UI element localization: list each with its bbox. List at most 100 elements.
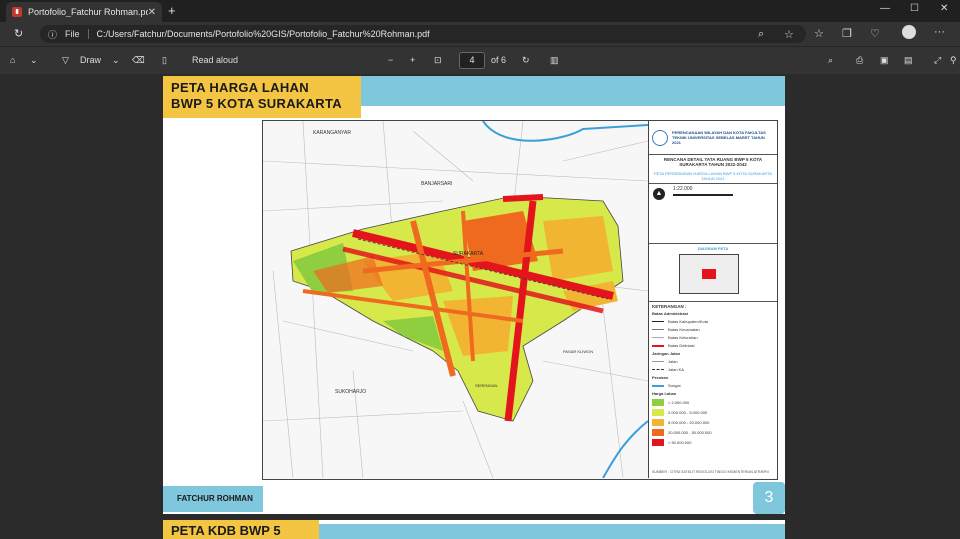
rail-line [652, 369, 664, 370]
minimize-icon[interactable]: — [880, 3, 890, 14]
admin-line [652, 329, 664, 330]
land-price-map [263, 121, 648, 478]
map-frame: KARANGANYAR BANJARSARI SURAKARTA SUKOHAR… [262, 120, 778, 480]
fullscreen-icon[interactable]: ⤢ [934, 55, 941, 66]
separator [87, 29, 89, 39]
url-field[interactable]: ⓘ File C:/Users/Fatchur/Documents/Portof… [40, 25, 806, 43]
zoom-icon[interactable]: ⌕ [758, 28, 764, 41]
plan-title: RENCANA DETAIL TATA RUANG BWP 5 KOTA SUR… [663, 157, 763, 167]
file-label: File [65, 29, 80, 39]
plan-title-block: RENCANA DETAIL TATA RUANG BWP 5 KOTA SUR… [649, 155, 777, 184]
map-title: PETA PERSEBARAN HARGA LAHAN BWP 5 KOTA S… [653, 171, 773, 181]
draw-icon[interactable]: ▽ [62, 55, 69, 66]
rotate-icon[interactable]: ↻ [522, 55, 530, 66]
close-tab-icon[interactable]: ✕ [148, 7, 156, 18]
map-label-sukoharjo: SUKOHARJO [335, 389, 367, 395]
price-swatch-label: < 2.000.000 [668, 400, 690, 405]
favorites-icon[interactable]: ☆ [814, 27, 824, 40]
price-swatch-row: 20.000.000 - 50.000.000 [652, 429, 774, 436]
admin-title: Batas Administrasi [652, 311, 689, 316]
map-label-serengan: SERENGAN [475, 383, 498, 388]
maximize-icon[interactable]: ☐ [910, 3, 919, 14]
new-tab-button[interactable]: + [168, 3, 176, 18]
tab-pdf[interactable]: ▮ Portofolio_Fatchur Rohman.pdf ✕ [6, 2, 162, 22]
next-header-band [319, 524, 785, 539]
scale-text: 1:22.000 [673, 186, 693, 192]
road-item: Jalan [668, 359, 678, 364]
price-swatch-row: 2.000.000 - 5.000.000 [652, 409, 774, 416]
price-swatch-row: > 50.000.000 [652, 439, 774, 446]
author-name: FATCHUR ROHMAN [177, 494, 253, 503]
header-band [333, 76, 785, 106]
map-label-karanganyar: KARANGANYAR [313, 130, 351, 136]
river-line [652, 384, 664, 387]
fit-page-icon[interactable]: ⊡ [434, 55, 442, 66]
save-icon[interactable]: ▣ [880, 55, 889, 66]
address-bar: ↻ ⓘ File C:/Users/Fatchur/Documents/Port… [0, 22, 960, 46]
close-window-icon[interactable]: ✕ [940, 3, 948, 14]
page-total: of 6 [491, 55, 507, 65]
favorite-icon[interactable]: ☆ [784, 28, 794, 41]
title-block: PETA HARGA LAHAN BWP 5 KOTA SURAKARTA [163, 76, 361, 118]
draw-button[interactable]: Draw [80, 55, 101, 65]
url-text: C:/Users/Fatchur/Documents/Portofolio%20… [96, 29, 430, 39]
source-text: SUMBER : CITRA SATELIT RESOLUSI TINGGI K… [652, 470, 769, 474]
price-swatch [652, 409, 664, 416]
read-aloud-button[interactable]: Read aloud [192, 55, 238, 65]
institution-block: PERENCANAAN WILAYAH DAN KOTA FAKULTAS TE… [649, 121, 777, 155]
inset-title: DIAGRAM PETA [697, 246, 729, 251]
next-title-block: PETA KDB BWP 5 [163, 520, 319, 539]
price-swatch-label: 20.000.000 - 50.000.000 [668, 430, 712, 435]
highlight-icon[interactable]: ⌂ [10, 55, 15, 65]
price-title: Harga Lahan [652, 391, 677, 396]
north-arrow-icon: ▲ [653, 188, 665, 200]
pdf-page: PETA HARGA LAHAN BWP 5 KOTA SURAKARTA KA… [163, 76, 785, 514]
print-icon[interactable]: ⎙ [856, 55, 863, 66]
profile-avatar[interactable] [902, 25, 916, 39]
map-label-surakarta: SURAKARTA [453, 251, 484, 257]
price-swatch [652, 439, 664, 446]
immersive-reader-icon[interactable]: ▯ [162, 55, 167, 66]
next-pdf-page: PETA KDB BWP 5 [163, 520, 785, 539]
chevron-down-icon[interactable]: ⌄ [112, 55, 120, 66]
admin-item: Batas Deliniasi [668, 343, 695, 348]
page-number-input[interactable]: 4 [459, 52, 485, 69]
zoom-out-icon[interactable]: − [388, 55, 393, 65]
pdf-viewer[interactable]: PETA HARGA LAHAN BWP 5 KOTA SURAKARTA KA… [0, 74, 960, 539]
price-swatch-label: 2.000.000 - 5.000.000 [668, 410, 708, 415]
erase-icon[interactable]: ⌫ [132, 55, 145, 66]
collections-icon[interactable]: ❐ [842, 27, 852, 40]
price-swatch-list: < 2.000.000 2.000.000 - 5.000.000 5.000.00… [652, 399, 774, 446]
inset-block: DIAGRAM PETA [649, 244, 777, 302]
price-swatch-label: 5.000.000 - 20.000.000 [668, 420, 710, 425]
page-title-line2: BWP 5 KOTA SURAKARTA [171, 96, 342, 111]
admin-item: Batas Kelurahan [668, 335, 698, 340]
price-swatch [652, 399, 664, 406]
water-title: Perairan [652, 375, 669, 380]
keterangan-title: KETERANGAN : [652, 304, 687, 309]
zoom-in-icon[interactable]: + [410, 55, 415, 65]
institution-text: PERENCANAAN WILAYAH DAN KOTA FAKULTAS TE… [672, 130, 766, 145]
pin-icon[interactable]: ⚲ [950, 55, 957, 66]
chevron-down-icon[interactable]: ⌄ [30, 55, 38, 66]
price-swatch-row: < 2.000.000 [652, 399, 774, 406]
map-label-pasar-kliwon: PASAR KLIWON [563, 349, 594, 354]
admin-line [652, 337, 664, 338]
inset-map [679, 254, 739, 294]
university-logo [652, 129, 668, 146]
road-title: Jaringan Jalan [652, 351, 681, 356]
refresh-icon[interactable]: ↻ [14, 27, 23, 40]
scale-block: ▲ 1:22.000 [649, 184, 777, 244]
admin-line [652, 321, 664, 322]
pdf-file-icon: ▮ [12, 7, 22, 17]
road-item: Jalan KA [668, 367, 685, 372]
page-view-icon[interactable]: ▥ [550, 55, 559, 66]
info-icon[interactable]: ⓘ [48, 28, 57, 41]
save-as-icon[interactable]: ▤ [904, 55, 913, 66]
browser-essentials-icon[interactable]: ♡ [870, 27, 880, 40]
admin-item: Batas Kabupaten/Kota [668, 319, 709, 324]
price-swatch [652, 429, 664, 436]
next-page-title: PETA KDB BWP 5 [171, 523, 281, 538]
search-icon[interactable]: ⌕ [828, 55, 833, 66]
menu-icon[interactable]: ··· [934, 26, 945, 38]
